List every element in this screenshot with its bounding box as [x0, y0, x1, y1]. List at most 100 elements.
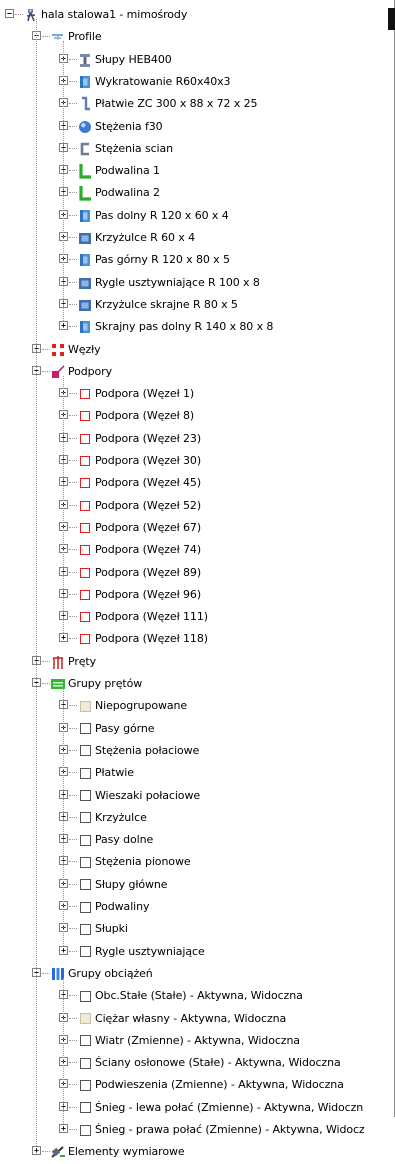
bar-group-item[interactable]: + Pasy górne: [0, 718, 390, 740]
tree-connector: [69, 147, 77, 149]
tree-connector: [42, 370, 50, 372]
tree-connector: [69, 526, 77, 528]
bar-group-item[interactable]: + Płatwie: [0, 762, 390, 784]
square-tube-icon: [77, 230, 93, 246]
load-group-item[interactable]: + Ciężar własny - Aktywna, Widoczna: [0, 1008, 390, 1030]
support-item[interactable]: + Podpora (Węzeł 74): [0, 539, 390, 561]
load-group-item[interactable]: + Podwieszenia (Zmienne) - Aktywna, Widoc…: [0, 1074, 390, 1096]
tree-guide-line: [36, 19, 37, 1147]
project-tree-panel: − hala stalowa1 - mimośrody − Profile + Słupy…: [0, 0, 395, 1158]
profile-item[interactable]: + Stężenia scian: [0, 138, 390, 160]
tree-item-nodes[interactable]: + Węzły: [0, 339, 390, 361]
bar-group-item[interactable]: + Rygle usztywniające: [0, 941, 390, 963]
tree-item-label: Podwieszenia (Zmienne) - Aktywna, Widocz…: [95, 1078, 344, 1092]
tree-item-load-groups[interactable]: − Grupy obciążeń: [0, 963, 390, 985]
tree-item-label: Podwalina 2: [95, 186, 160, 200]
profile-item[interactable]: + Wykratowanie R60x40x3: [0, 71, 390, 93]
profile-item[interactable]: + Skrajny pas dolny R 140 x 80 x 8: [0, 316, 390, 338]
empty-square-icon: [77, 899, 93, 915]
load-group-item[interactable]: + Śnieg - prawa połać (Zmienne) - Aktywna…: [0, 1119, 390, 1141]
c-section-icon: [77, 141, 93, 157]
tree-item-label: Grupy prętów: [68, 677, 143, 690]
load-group-item[interactable]: + Śnieg - lewa połać (Zmienne) - Aktywna,…: [0, 1097, 390, 1119]
tree-connector: [69, 237, 77, 238]
expand-toggle[interactable]: +: [59, 945, 68, 955]
tree-connector: [42, 660, 50, 662]
tree-item-dimensions[interactable]: + Elementy wymiarowe: [0, 1141, 390, 1163]
tree-item-label: Ściany osłonowe (Stałe) - Aktywna, Widoc…: [95, 1056, 341, 1070]
profile-item[interactable]: + Pas górny R 120 x 80 x 5: [0, 249, 390, 271]
expand-toggle[interactable]: +: [59, 321, 68, 331]
bar-group-item[interactable]: + Stężenia połaciowe: [0, 740, 390, 762]
profile-item[interactable]: + Krzyżulce R 60 x 4: [0, 227, 390, 249]
z-section-icon: [77, 96, 93, 112]
support-item[interactable]: + Podpora (Węzeł 52): [0, 495, 390, 517]
tree-connector: [15, 14, 23, 15]
tree-item-label: Podpora (Węzeł 30): [95, 454, 202, 467]
load-group-item[interactable]: + Ściany osłonowe (Stałe) - Aktywna, Wido…: [0, 1052, 390, 1074]
bar-group-item[interactable]: + Słupki: [0, 918, 390, 940]
tree-item-label: Pręty: [68, 654, 97, 668]
tree-root[interactable]: − hala stalowa1 - mimośrody: [0, 4, 390, 26]
profile-item[interactable]: + Pas dolny R 120 x 60 x 4: [0, 205, 390, 227]
tree-item-label: Podpory: [68, 364, 112, 378]
round-bar-icon: [77, 119, 93, 135]
load-group-item[interactable]: + Wiatr (Zmienne) - Aktywna, Widoczna: [0, 1030, 390, 1052]
tree-connector: [69, 571, 77, 573]
profile-item[interactable]: + Podwalina 1: [0, 160, 390, 182]
expand-toggle[interactable]: +: [59, 1124, 68, 1133]
bar-group-item[interactable]: + Wieszaki połaciowe: [0, 785, 390, 807]
collapse-toggle[interactable]: −: [5, 9, 14, 18]
tree-item-label: hala stalowa1 - mimośrody: [41, 8, 188, 21]
rect-tube-icon: [77, 208, 93, 224]
support-item[interactable]: + Podpora (Węzeł 23): [0, 428, 390, 450]
bar-group-item[interactable]: + Niepogrupowane: [0, 695, 390, 717]
support-item[interactable]: + Podpora (Węzeł 1): [0, 383, 390, 405]
red-square-icon: [77, 609, 93, 625]
support-item[interactable]: + Podpora (Węzeł 30): [0, 450, 390, 472]
support-item[interactable]: + Podpora (Węzeł 111): [0, 606, 390, 628]
bar-group-item[interactable]: + Stężenia pionowe: [0, 851, 390, 873]
tree-item-label: Krzyżulce skrajne R 80 x 5: [95, 297, 238, 311]
tree-item-label: Profile: [68, 30, 102, 44]
tree-item-label: Śnieg - prawa połać (Zmienne) - Aktywna,…: [95, 1123, 365, 1136]
bar-group-item[interactable]: + Słupy główne: [0, 874, 390, 896]
support-item[interactable]: + Podpora (Węzeł 89): [0, 562, 390, 584]
tree-item-bar-groups[interactable]: − Grupy prętów: [0, 673, 390, 695]
tree-item-label: Rygle usztywniające: [95, 944, 205, 958]
support-item[interactable]: + Podpora (Węzeł 96): [0, 584, 390, 606]
tree-item-profile[interactable]: − Profile: [0, 26, 390, 48]
load-group-item[interactable]: + Obc.Stałe (Stałe) - Aktywna, Widoczna: [0, 985, 390, 1007]
bar-group-item[interactable]: + Krzyżulce: [0, 807, 390, 829]
red-square-icon: [77, 565, 93, 581]
bar-group-item[interactable]: + Podwaliny: [0, 896, 390, 918]
tree-item-supports[interactable]: − Podpory: [0, 361, 390, 383]
profile-item[interactable]: + Stężenia f30: [0, 116, 390, 138]
profile-item[interactable]: + Podwalina 2: [0, 182, 390, 204]
tree-item-label: Elementy wymiarowe: [68, 1145, 185, 1159]
expand-toggle[interactable]: +: [59, 633, 68, 643]
tree-item-label: Skrajny pas dolny R 140 x 80 x 8: [95, 320, 274, 334]
empty-square-icon: [77, 854, 93, 870]
expand-toggle[interactable]: +: [32, 1146, 41, 1156]
support-item[interactable]: + Podpora (Węzeł 8): [0, 405, 390, 427]
profile-item[interactable]: + Krzyżulce skrajne R 80 x 5: [0, 294, 390, 316]
tree-item-label: Podwalina 1: [95, 164, 160, 178]
tree-item-label: Podpora (Węzeł 1): [95, 387, 195, 401]
tree-connector: [69, 504, 77, 506]
tree-item-bars[interactable]: + Pręty: [0, 651, 390, 673]
tree-connector: [69, 950, 77, 952]
support-item[interactable]: + Podpora (Węzeł 45): [0, 472, 390, 494]
support-item[interactable]: + Podpora (Węzeł 67): [0, 517, 390, 539]
square-tube-icon: [77, 297, 93, 313]
tree-item-label: Pasy dolne: [95, 833, 154, 847]
tree-connector: [69, 103, 77, 105]
tree-item-label: Stężenia pionowe: [95, 855, 191, 869]
tree-connector: [69, 214, 77, 216]
tree-item-label: Stężenia scian: [95, 141, 174, 155]
support-item[interactable]: + Podpora (Węzeł 118): [0, 628, 390, 650]
profile-item[interactable]: + Płatwie ZC 300 x 88 x 72 x 25: [0, 93, 390, 115]
bar-group-item[interactable]: + Pasy dolne: [0, 829, 390, 851]
profile-item[interactable]: + Rygle usztywniające R 100 x 8: [0, 272, 390, 294]
profile-item[interactable]: + Słupy HEB400: [0, 49, 390, 71]
